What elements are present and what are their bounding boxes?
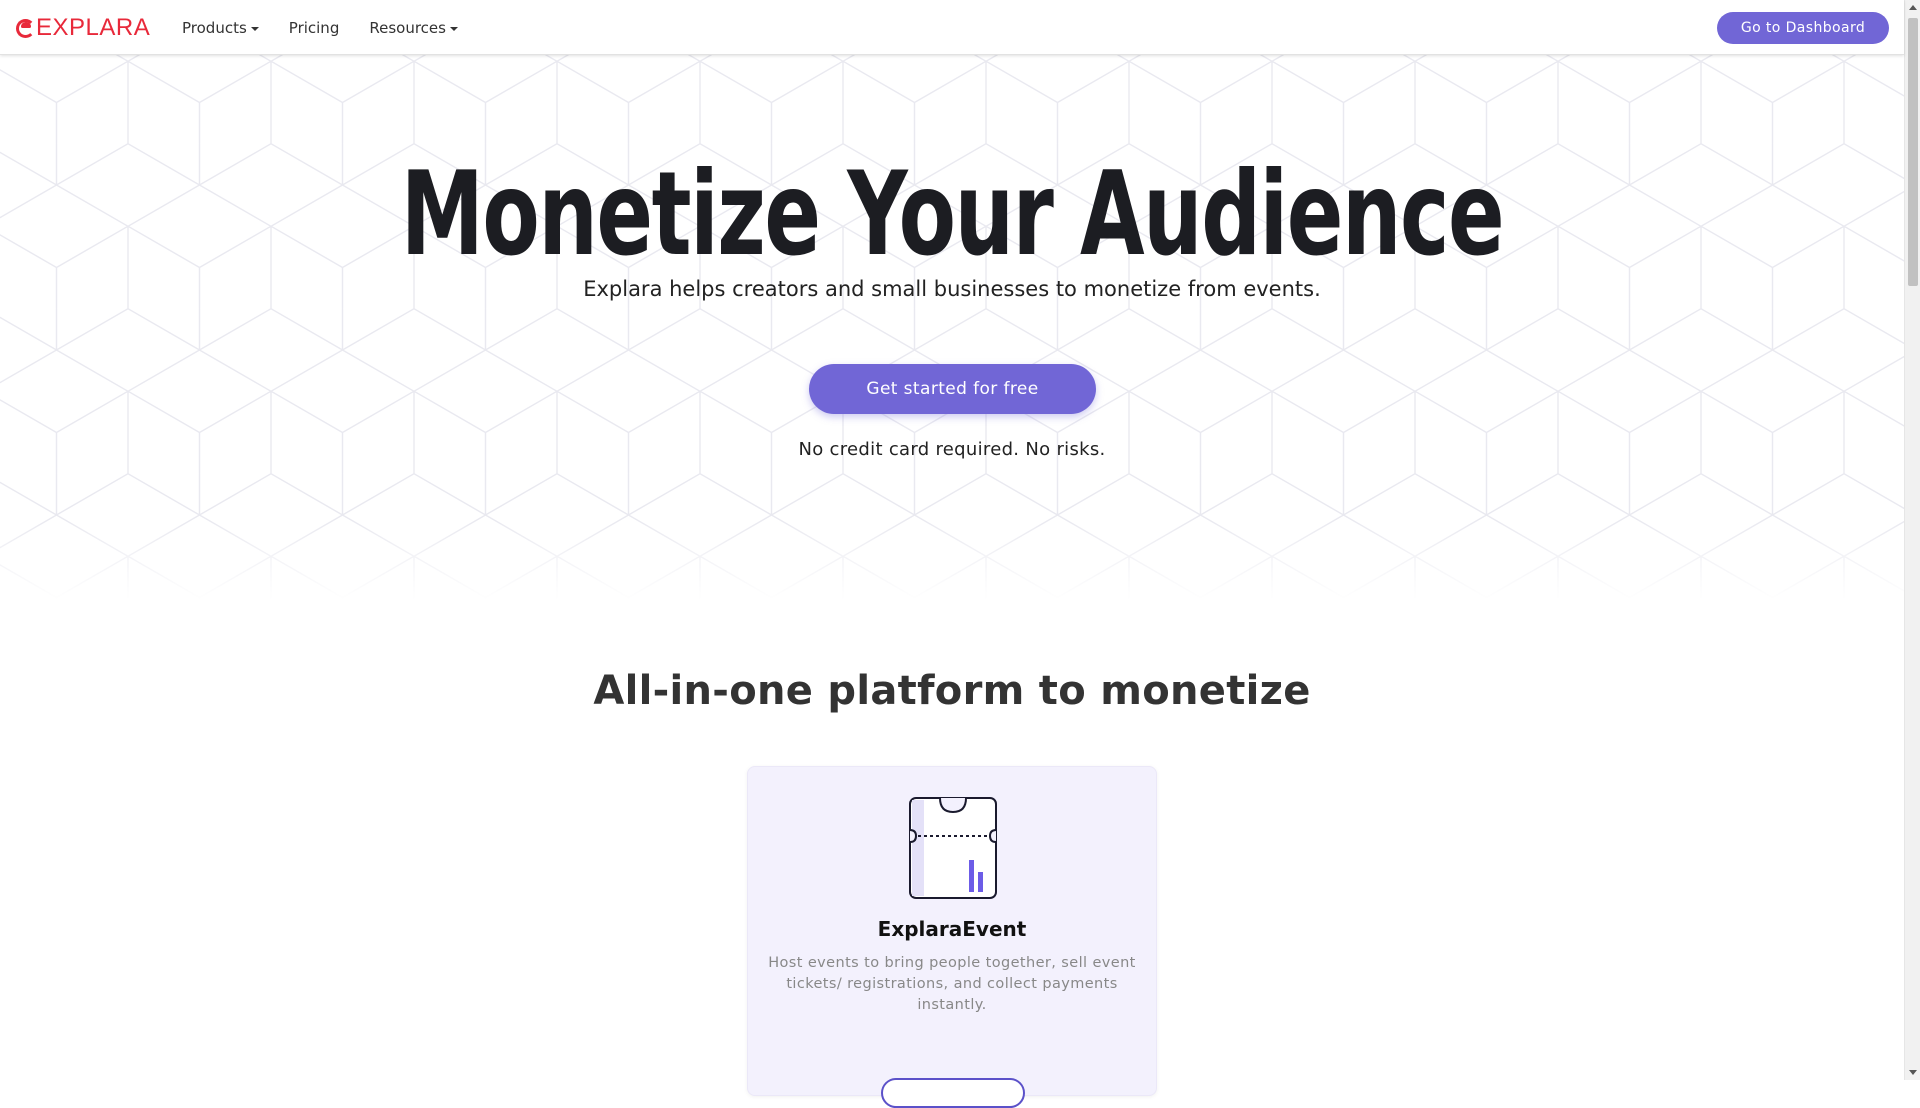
nav-item-pricing[interactable]: Pricing <box>289 19 340 37</box>
hero-note: No credit card required. No risks. <box>798 439 1106 460</box>
scroll-up-arrow-icon[interactable] <box>1909 5 1917 10</box>
scrollbar-thumb[interactable] <box>1908 18 1918 286</box>
explara-logo[interactable]: EXPLARA <box>16 14 150 42</box>
card-description: Host events to bring people together, se… <box>768 955 1136 1013</box>
hero-title: Monetize Your Audience <box>400 147 1505 282</box>
nav-item-pricing-label: Pricing <box>288 18 340 37</box>
nav-item-resources[interactable]: Resources <box>369 19 458 37</box>
hero-subtitle: Explara helps creators and small busines… <box>583 277 1321 301</box>
platform-section-title: All-in-one platform to monetize <box>593 668 1311 714</box>
explara-logo-mark-icon <box>16 17 36 39</box>
caret-down-icon <box>250 26 259 31</box>
main-nav: Products Pricing Resources <box>182 0 488 55</box>
ticket-icon <box>909 797 997 899</box>
card-title: ExplaraEvent <box>877 917 1027 941</box>
top-navbar: EXPLARA Products Pricing Resources Go to… <box>0 0 1904 55</box>
hex-pattern-background <box>0 55 1904 600</box>
caret-down-icon <box>449 26 458 31</box>
hero-section: Monetize Your Audience Explara helps cre… <box>0 55 1904 600</box>
nav-item-resources-label: Resources <box>369 18 446 37</box>
nav-item-products-label: Products <box>182 18 247 37</box>
explara-event-card[interactable]: ExplaraEvent Host events to bring people… <box>747 766 1157 1108</box>
go-to-dashboard-button[interactable]: Go to Dashboard <box>1717 12 1889 44</box>
scroll-down-arrow-icon[interactable] <box>1909 1070 1917 1075</box>
get-started-button[interactable]: Get started for free <box>809 364 1096 414</box>
nav-item-products[interactable]: Products <box>182 19 259 37</box>
card-action-button[interactable] <box>881 1078 1025 1108</box>
page-scrollbar[interactable] <box>1904 0 1920 1080</box>
logo-text: EXPLARA <box>36 14 151 41</box>
